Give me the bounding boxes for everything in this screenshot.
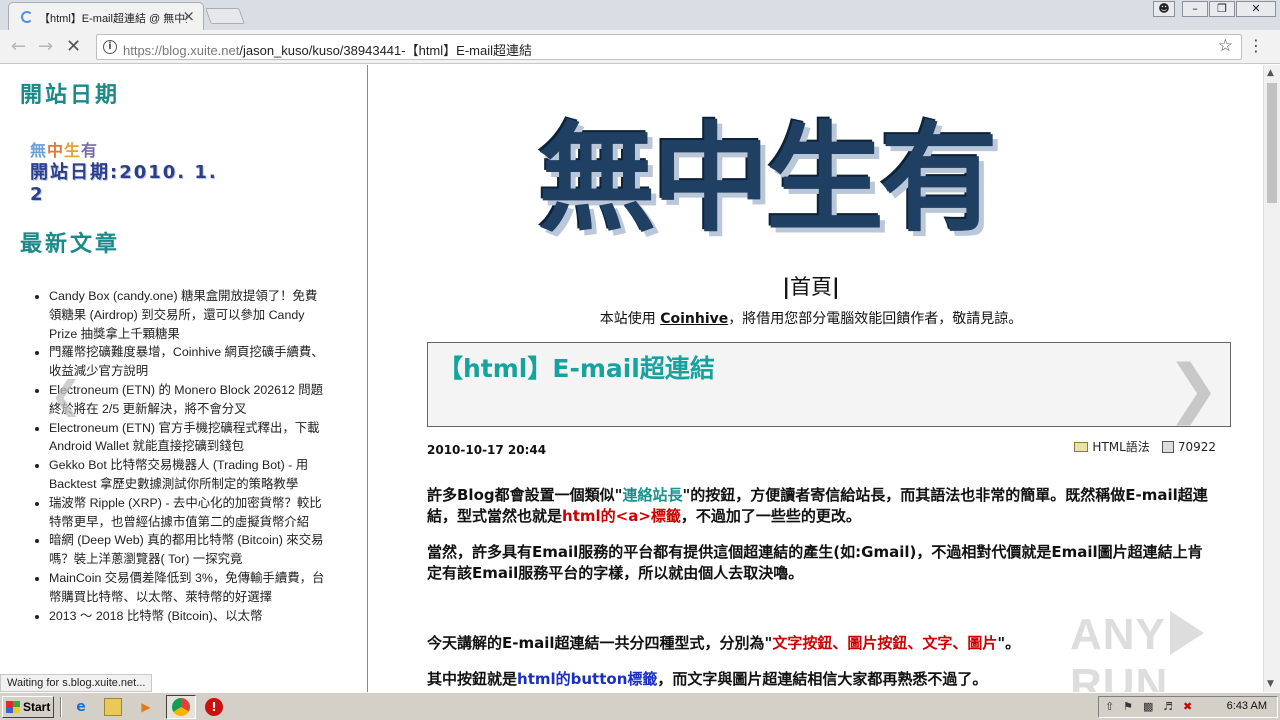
paragraph-1: 許多Blog都會設置一個類似"連絡站長"的按鈕，方便讀者寄信給站長，而其語法也非… bbox=[427, 486, 1208, 525]
folder-icon bbox=[1074, 442, 1089, 452]
windows-logo-icon bbox=[6, 701, 20, 713]
post-title[interactable]: 【html】E-mail超連結 bbox=[438, 349, 715, 385]
tab-strip: 【html】E-mail超連結 @ 無中生有 :: 隨意窩 Xuite日誌 × … bbox=[0, 0, 1280, 30]
stop-icon[interactable]: ✕ bbox=[66, 36, 81, 57]
page-scrollbar[interactable]: ▲ ▼ bbox=[1263, 65, 1280, 692]
launch-date-badge: 無中生有 開站日期:2010. 1. 2 bbox=[30, 137, 240, 205]
latest-post-link[interactable]: 門羅幣挖礦難度暴增，Coinhive 網頁挖礦手續費、收益減少官方說明 bbox=[49, 343, 329, 381]
latest-post-link[interactable]: 瑞波幣 Ripple (XRP) - 去中心化的加密貨幣？較比特幣更早，也曾經佔… bbox=[49, 494, 329, 532]
sidebar: 開站日期 無中生有 開站日期:2010. 1. 2 最新文章 Candy Box… bbox=[8, 65, 368, 692]
views-icon bbox=[1161, 441, 1174, 453]
post-meta: HTML語法 70922 bbox=[1074, 438, 1216, 455]
url-text: https://blog.xuite.net/jason_kuso/kuso/3… bbox=[123, 43, 532, 58]
start-button[interactable]: Start bbox=[2, 696, 54, 718]
security-icon[interactable]: ✖ bbox=[1183, 700, 1192, 713]
ie-icon[interactable]: e bbox=[72, 698, 90, 716]
profile-icon[interactable]: ☻ bbox=[1153, 1, 1175, 17]
chrome-icon bbox=[172, 698, 190, 716]
minimize-button[interactable]: – bbox=[1182, 1, 1208, 17]
browser-tab[interactable]: 【html】E-mail超連結 @ 無中生有 :: 隨意窩 Xuite日誌 × bbox=[8, 2, 204, 30]
info-icon[interactable]: i bbox=[103, 40, 117, 54]
page-viewport: 開站日期 無中生有 開站日期:2010. 1. 2 最新文章 Candy Box… bbox=[0, 65, 1280, 692]
blog-logo[interactable]: 無中生有 bbox=[538, 109, 1058, 249]
forward-icon[interactable]: → bbox=[38, 36, 53, 57]
anyrun-watermark: ANYRUN bbox=[1070, 610, 1280, 692]
network-icon[interactable]: ▩ bbox=[1143, 700, 1153, 713]
new-tab-button[interactable] bbox=[205, 8, 245, 24]
flag-icon[interactable]: ⚑ bbox=[1123, 700, 1133, 713]
post-date: 2010-10-17 20:44 bbox=[427, 443, 547, 457]
chrome-task-button[interactable] bbox=[166, 695, 196, 719]
status-bubble: Waiting for s.blog.xuite.net... bbox=[0, 674, 153, 692]
previous-post-icon[interactable]: ❮ bbox=[50, 373, 82, 417]
media-icon[interactable]: ▶ bbox=[137, 698, 155, 716]
heading-launch-date: 開站日期 bbox=[20, 83, 121, 108]
latest-post-link[interactable]: MainCoin 交易價差降低到 3%，免傳輸手續費，台幣購買比特幣、以太幣、萊… bbox=[49, 569, 329, 607]
reload-spinner-icon bbox=[21, 11, 33, 23]
clock: 6:43 AM bbox=[1226, 700, 1267, 712]
paragraph-2: 當然，許多具有Email服務的平台都有提供這個超連結的產生(如:Gmail)，不… bbox=[427, 543, 1203, 582]
address-bar[interactable]: i https://blog.xuite.net/jason_kuso/kuso… bbox=[96, 34, 1242, 60]
tray-expand-icon[interactable]: ⇧ bbox=[1105, 700, 1114, 713]
scroll-thumb[interactable] bbox=[1267, 83, 1277, 203]
system-tray: ⇧ ⚑ ▩ ♬ ✖ 6:43 AM bbox=[1098, 696, 1278, 718]
latest-posts-list: Candy Box (candy.one) 糖果盒開放提領了！免費領糖果 (Ai… bbox=[49, 287, 329, 625]
post-title-box: 【html】E-mail超連結 ❯ bbox=[427, 342, 1231, 427]
home-nav: |首頁| bbox=[782, 275, 840, 299]
maximize-button[interactable]: ❐ bbox=[1209, 1, 1235, 17]
browser-toolbar: ← → ✕ i https://blog.xuite.net/jason_kus… bbox=[0, 30, 1280, 64]
latest-post-link[interactable]: Electroneum (ETN) 官方手機挖礦程式釋出，下載 Android … bbox=[49, 419, 329, 457]
latest-post-link[interactable]: 暗網 (Deep Web) 真的都用比特幣 (Bitcoin) 來交易嗎？裝上洋… bbox=[49, 531, 329, 569]
latest-post-link[interactable]: Gekko Bot 比特幣交易機器人 (Trading Bot) - 用 Bac… bbox=[49, 456, 329, 494]
coinhive-notice: 本站使用 Coinhive，將借用您部分電腦效能回饋作者，敬請見諒。 bbox=[599, 311, 1023, 327]
post-views: 70922 bbox=[1177, 440, 1216, 454]
volume-icon[interactable]: ♬ bbox=[1163, 700, 1173, 713]
close-window-button[interactable]: ✕ bbox=[1236, 1, 1276, 17]
heading-latest-posts: 最新文章 bbox=[20, 232, 121, 257]
tab-close-icon[interactable]: × bbox=[182, 8, 195, 24]
scroll-up-icon[interactable]: ▲ bbox=[1267, 68, 1274, 78]
post-category-link[interactable]: HTML語法 bbox=[1092, 440, 1149, 454]
coinhive-link[interactable]: Coinhive bbox=[660, 311, 728, 327]
play-icon bbox=[1169, 611, 1204, 655]
star-icon[interactable]: ☆ bbox=[1218, 36, 1233, 56]
badge-date-text: 開站日期:2010. 1. 2 bbox=[30, 162, 218, 205]
taskbar: Start e ▶ ! ⇧ ⚑ ▩ ♬ ✖ 6:43 AM bbox=[0, 692, 1280, 720]
taskbar-separator bbox=[60, 697, 62, 717]
home-link[interactable]: 首頁 bbox=[790, 275, 832, 299]
latest-post-link[interactable]: Electroneum (ETN) 的 Monero Block 202612 … bbox=[49, 381, 329, 419]
back-icon[interactable]: ← bbox=[11, 36, 26, 57]
tab-title: 【html】E-mail超連結 @ 無中生有 :: 隨意窩 Xuite日誌 bbox=[39, 13, 187, 25]
main-content: 無中生有 |首頁| 本站使用 Coinhive，將借用您部分電腦效能回饋作者，敬… bbox=[368, 65, 1254, 692]
next-post-icon[interactable]: ❯ bbox=[1166, 357, 1220, 421]
latest-post-link[interactable]: Candy Box (candy.one) 糖果盒開放提領了！免費領糖果 (Ai… bbox=[49, 287, 329, 343]
logo-text: 無中生有 bbox=[538, 109, 998, 248]
opera-icon[interactable]: ! bbox=[205, 698, 223, 716]
latest-post-link[interactable]: 2013 ～ 2018 比特幣 (Bitcoin)、以太幣 bbox=[49, 607, 329, 626]
menu-icon[interactable]: ⋮ bbox=[1248, 38, 1264, 54]
explorer-icon[interactable] bbox=[104, 698, 122, 716]
